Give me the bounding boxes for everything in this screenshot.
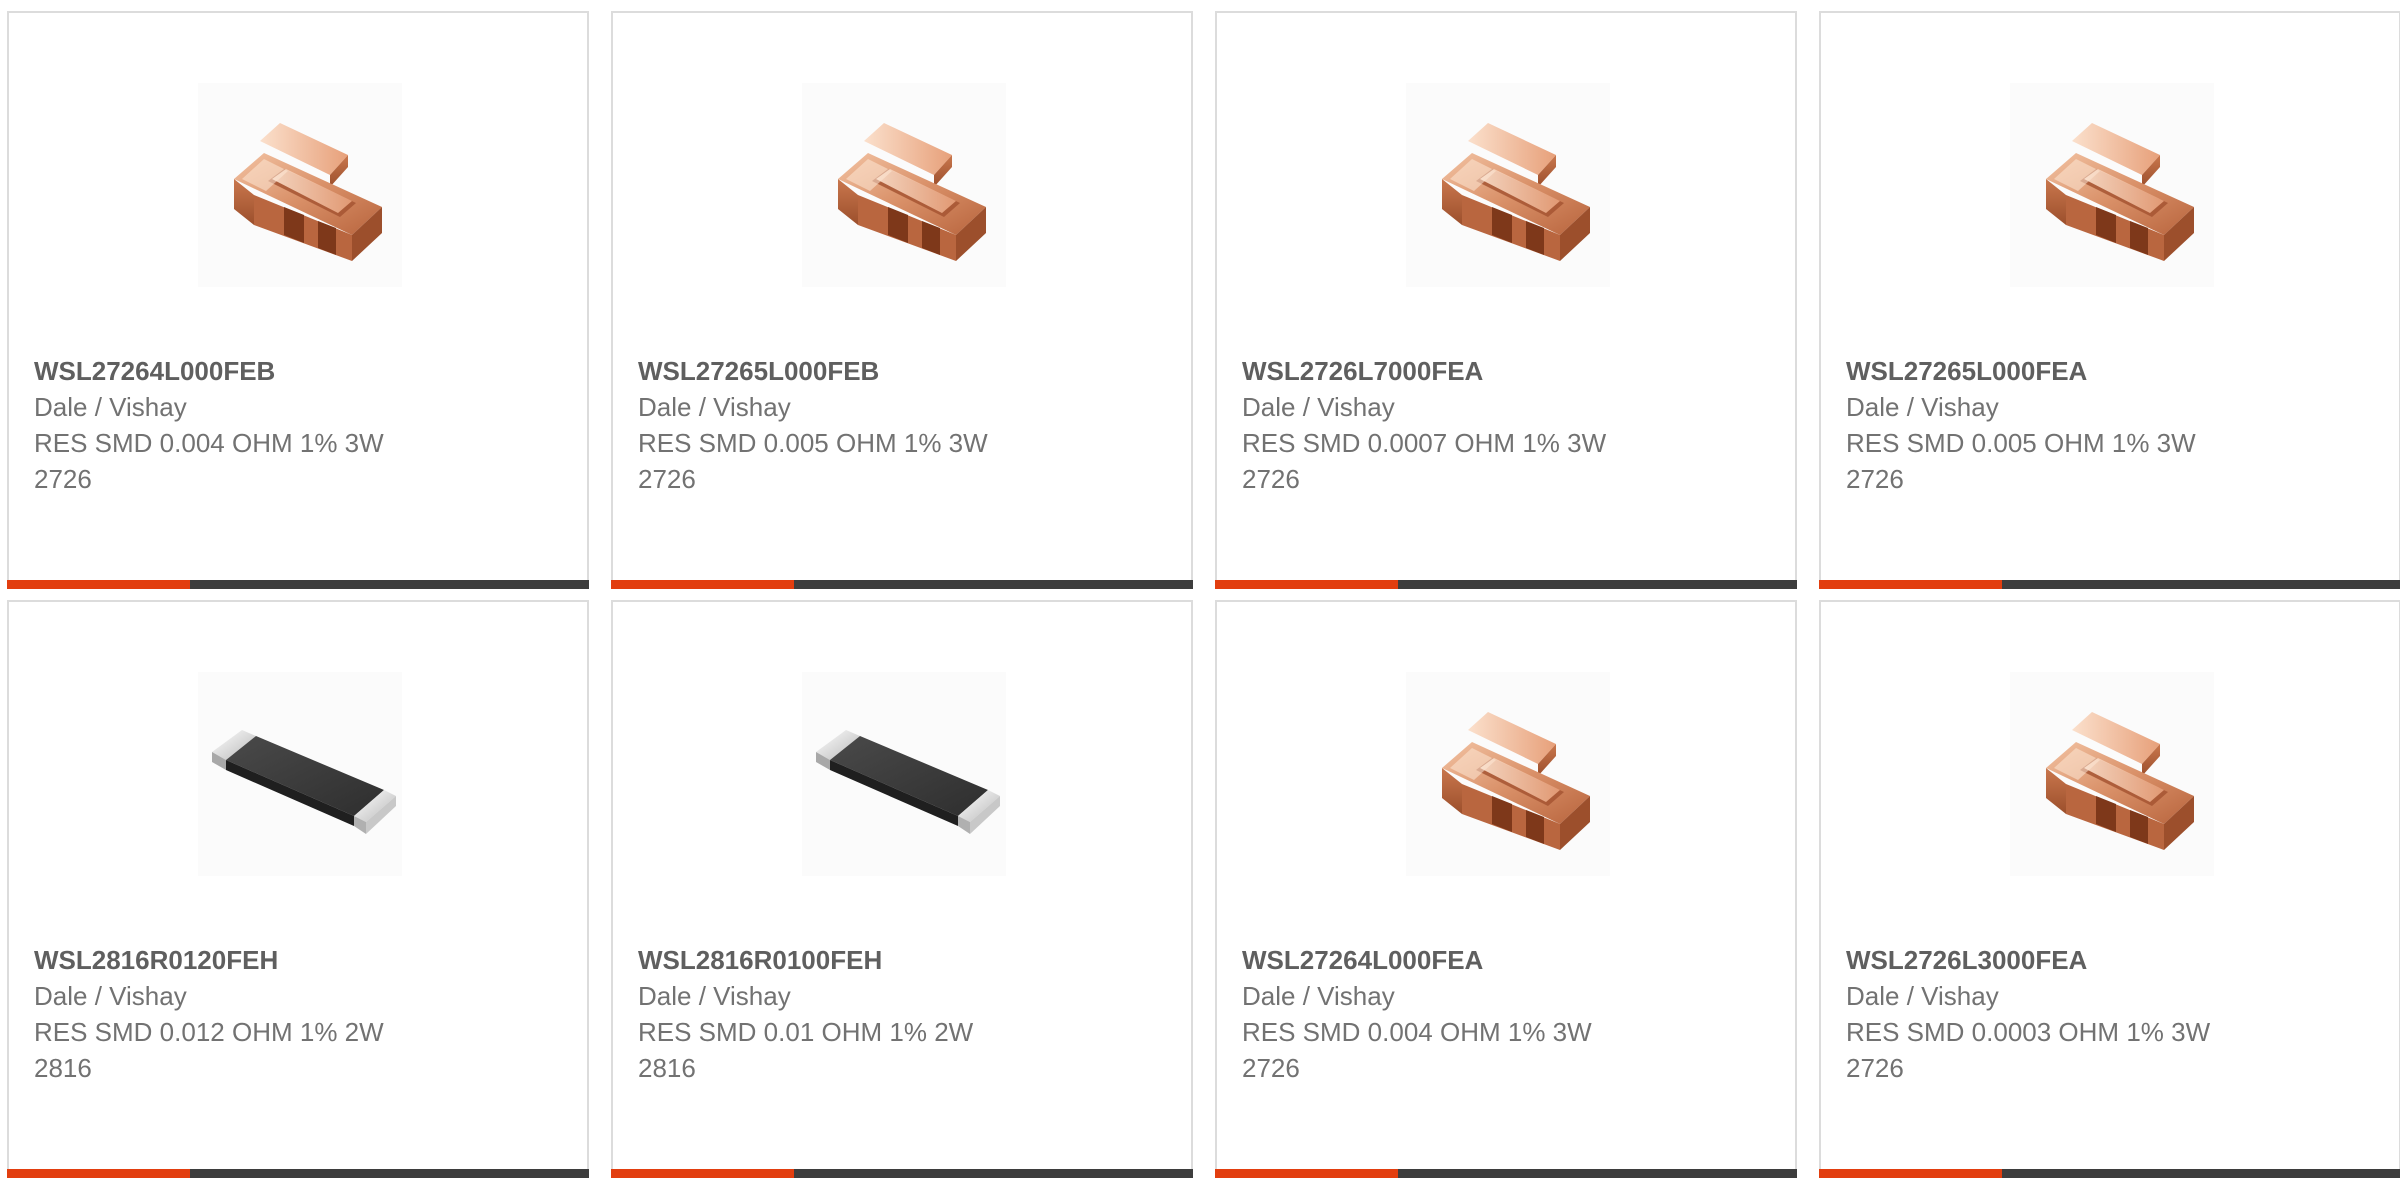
product-image[interactable] [2010, 83, 2214, 287]
card-footer-bar [7, 580, 589, 589]
card-footer-bar [1819, 1169, 2400, 1178]
package: 2816 [34, 1053, 92, 1083]
product-image[interactable] [198, 83, 402, 287]
description: RES SMD 0.004 OHM 1% 3W [34, 428, 384, 458]
card-accent [1819, 1169, 2002, 1178]
copper-strip-resistor-icon [1406, 83, 1610, 287]
manufacturer: Dale / Vishay [1846, 981, 1999, 1011]
package: 2726 [1242, 464, 1300, 494]
manufacturer: Dale / Vishay [1242, 392, 1395, 422]
product-card[interactable]: WSL2726L7000FEA Dale / Vishay RES SMD 0.… [1215, 11, 1797, 589]
product-image[interactable] [198, 672, 402, 876]
product-image[interactable] [1406, 672, 1610, 876]
product-info: WSL2816R0100FEH Dale / Vishay RES SMD 0.… [638, 942, 1171, 1086]
card-footer-bar [1819, 580, 2400, 589]
package: 2726 [1846, 1053, 1904, 1083]
card-accent [7, 580, 190, 589]
product-info: WSL2816R0120FEH Dale / Vishay RES SMD 0.… [34, 942, 567, 1086]
package: 2726 [1846, 464, 1904, 494]
product-info: WSL27264L000FEB Dale / Vishay RES SMD 0.… [34, 353, 567, 497]
description: RES SMD 0.01 OHM 1% 2W [638, 1017, 974, 1047]
part-number[interactable]: WSL2816R0100FEH [638, 942, 1171, 978]
card-accent [1215, 1169, 1398, 1178]
description: RES SMD 0.0003 OHM 1% 3W [1846, 1017, 2211, 1047]
card-footer-bar [611, 1169, 1193, 1178]
part-number[interactable]: WSL2816R0120FEH [34, 942, 567, 978]
product-image[interactable] [802, 672, 1006, 876]
manufacturer: Dale / Vishay [1242, 981, 1395, 1011]
product-card[interactable]: WSL27264L000FEA Dale / Vishay RES SMD 0.… [1215, 600, 1797, 1178]
product-card[interactable]: WSL27265L000FEB Dale / Vishay RES SMD 0.… [611, 11, 1193, 589]
card-accent [1819, 580, 2002, 589]
product-image[interactable] [2010, 672, 2214, 876]
product-card[interactable]: WSL27264L000FEB Dale / Vishay RES SMD 0.… [7, 11, 589, 589]
manufacturer: Dale / Vishay [1846, 392, 1999, 422]
description: RES SMD 0.012 OHM 1% 2W [34, 1017, 384, 1047]
product-info: WSL27265L000FEB Dale / Vishay RES SMD 0.… [638, 353, 1171, 497]
chip-resistor-icon [802, 672, 1006, 876]
copper-strip-resistor-icon [198, 83, 402, 287]
manufacturer: Dale / Vishay [34, 392, 187, 422]
product-grid: WSL27264L000FEB Dale / Vishay RES SMD 0.… [0, 0, 2400, 1178]
part-number[interactable]: WSL27264L000FEA [1242, 942, 1775, 978]
description: RES SMD 0.005 OHM 1% 3W [1846, 428, 2196, 458]
description: RES SMD 0.0007 OHM 1% 3W [1242, 428, 1607, 458]
product-card[interactable]: WSL2816R0100FEH Dale / Vishay RES SMD 0.… [611, 600, 1193, 1178]
card-footer-bar [7, 1169, 589, 1178]
card-footer-bar [1215, 1169, 1797, 1178]
chip-resistor-icon [198, 672, 402, 876]
product-image[interactable] [1406, 83, 1610, 287]
card-footer-bar [611, 580, 1193, 589]
product-info: WSL2726L3000FEA Dale / Vishay RES SMD 0.… [1846, 942, 2379, 1086]
manufacturer: Dale / Vishay [638, 392, 791, 422]
card-accent [611, 580, 794, 589]
copper-strip-resistor-icon [2010, 83, 2214, 287]
card-footer-bar [1215, 580, 1797, 589]
part-number[interactable]: WSL27264L000FEB [34, 353, 567, 389]
package: 2816 [638, 1053, 696, 1083]
product-info: WSL2726L7000FEA Dale / Vishay RES SMD 0.… [1242, 353, 1775, 497]
copper-strip-resistor-icon [1406, 672, 1610, 876]
manufacturer: Dale / Vishay [34, 981, 187, 1011]
part-number[interactable]: WSL2726L7000FEA [1242, 353, 1775, 389]
card-accent [611, 1169, 794, 1178]
product-image[interactable] [802, 83, 1006, 287]
copper-strip-resistor-icon [802, 83, 1006, 287]
description: RES SMD 0.005 OHM 1% 3W [638, 428, 988, 458]
part-number[interactable]: WSL2726L3000FEA [1846, 942, 2379, 978]
product-info: WSL27264L000FEA Dale / Vishay RES SMD 0.… [1242, 942, 1775, 1086]
product-card[interactable]: WSL27265L000FEA Dale / Vishay RES SMD 0.… [1819, 11, 2400, 589]
card-accent [7, 1169, 190, 1178]
package: 2726 [1242, 1053, 1300, 1083]
description: RES SMD 0.004 OHM 1% 3W [1242, 1017, 1592, 1047]
product-card[interactable]: WSL2726L3000FEA Dale / Vishay RES SMD 0.… [1819, 600, 2400, 1178]
product-info: WSL27265L000FEA Dale / Vishay RES SMD 0.… [1846, 353, 2379, 497]
part-number[interactable]: WSL27265L000FEB [638, 353, 1171, 389]
card-accent [1215, 580, 1398, 589]
package: 2726 [638, 464, 696, 494]
manufacturer: Dale / Vishay [638, 981, 791, 1011]
package: 2726 [34, 464, 92, 494]
product-card[interactable]: WSL2816R0120FEH Dale / Vishay RES SMD 0.… [7, 600, 589, 1178]
copper-strip-resistor-icon [2010, 672, 2214, 876]
part-number[interactable]: WSL27265L000FEA [1846, 353, 2379, 389]
